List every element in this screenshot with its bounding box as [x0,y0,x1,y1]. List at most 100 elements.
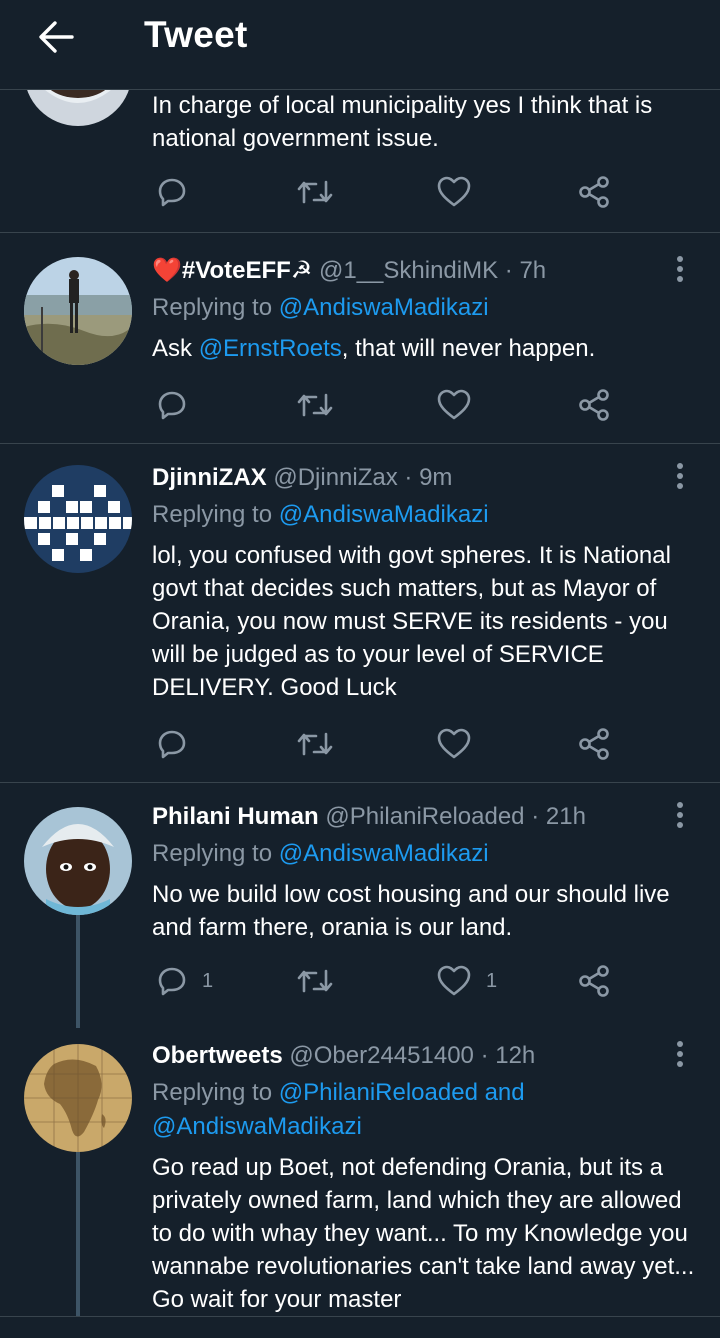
thread-connector [76,1152,80,1316]
heart-icon [437,389,471,420]
timestamp[interactable]: 21h [546,803,586,830]
like-button[interactable] [436,724,472,764]
like-button[interactable] [436,172,472,212]
handle[interactable]: @Ober24451400 [289,1042,474,1069]
like-count: 1 [486,969,498,992]
reply-button[interactable] [156,724,188,764]
share-icon [579,176,609,208]
share-button[interactable] [578,724,612,764]
retweet-button[interactable] [296,961,334,1001]
reply-icon [158,730,186,759]
tweet-text: Go read up Boet, not defending Orania, b… [152,1154,695,1313]
retweet-icon [297,393,333,417]
separator: · [531,803,540,830]
replying-to-line: Replying to @PhilaniReloaded and [152,1076,525,1110]
tweet-text: In charge of local municipality yes I th… [152,92,653,152]
reply-icon [158,967,186,996]
retweet-button[interactable] [296,172,334,212]
arrow-left-icon [39,21,74,53]
share-button[interactable] [578,385,612,425]
more-options-button[interactable] [666,253,694,289]
more-vertical-icon [677,256,683,282]
replying-to: Replying to @AndiswaMadikazi [152,837,489,871]
replying-to-line: @AndiswaMadikazi [152,1110,525,1144]
replying-to-label: Replying to [152,501,279,528]
replying-to: Replying to @PhilaniReloaded and @Andisw… [152,1076,525,1144]
tweet[interactable]: Obertweets @Ober24451400 · 12h Replying … [0,1028,720,1316]
share-icon [579,728,609,760]
share-icon [579,389,609,421]
retweet-button[interactable] [296,724,334,764]
separator: · [504,257,513,284]
reply-icon [158,178,186,207]
replying-to-label: Replying to [152,294,279,321]
more-options-button[interactable] [666,460,694,496]
replying-to-label: Replying to [152,840,279,867]
like-button[interactable] [436,385,472,425]
retweet-icon [297,180,333,204]
display-name[interactable]: Philani Human [152,803,319,830]
tweet-text: No we build low cost housing and our sho… [152,881,670,941]
heart-icon [437,728,471,759]
mention-link[interactable]: @PhilaniReloaded and [279,1079,525,1106]
display-name[interactable]: ❤️#VoteEFF☭ [152,257,312,284]
retweet-icon [297,969,333,993]
avatar[interactable] [24,465,132,573]
tweet-meta: DjinniZAX @DjinniZax · 9m [152,463,452,493]
tweet[interactable]: DjinniZAX @DjinniZax · 9m Replying to @A… [0,444,720,782]
reply-button[interactable] [156,385,188,425]
heart-icon [437,176,471,207]
replying-to-label: Replying to [152,1079,279,1106]
tweet-text-part: Ask [152,335,199,362]
share-button[interactable] [578,172,612,212]
tweet-meta: ❤️#VoteEFF☭ @1__SkhindiMK · 7h [152,256,546,286]
tweet-text-part: , that will never happen. [341,335,596,362]
reply-button[interactable] [156,172,188,212]
avatar[interactable] [24,807,132,915]
like-button[interactable]: 1 [436,961,497,1001]
separator: · [480,1042,489,1069]
handle[interactable]: @1__SkhindiMK [319,257,498,284]
handle[interactable]: @DjinniZax [273,464,397,491]
tweet-text: lol, you confused with govt spheres. It … [152,542,671,701]
avatar[interactable] [24,1044,132,1152]
tweet[interactable]: Philani Human @PhilaniReloaded · 21h Rep… [0,783,720,1028]
reply-button[interactable]: 1 [156,961,213,1001]
retweet-icon [297,732,333,756]
display-name[interactable]: Obertweets [152,1042,283,1069]
mention-link[interactable]: @AndiswaMadikazi [279,840,489,867]
reply-count: 1 [202,969,214,992]
tweet-text: Ask @ErnstRoets, that will never happen. [152,332,700,365]
tweet[interactable]: ❤️#VoteEFF☭ @1__SkhindiMK · 7h Replying … [0,233,720,443]
timestamp[interactable]: 12h [495,1042,535,1069]
more-vertical-icon [677,1041,683,1067]
tweet-meta: Philani Human @PhilaniReloaded · 21h [152,802,586,832]
replying-to: Replying to @AndiswaMadikazi [152,498,489,532]
thread-connector [76,915,80,1028]
more-options-button[interactable] [666,1038,694,1074]
tweet-meta: Obertweets @Ober24451400 · 12h [152,1041,535,1071]
heart-icon [437,965,471,996]
more-vertical-icon [677,463,683,489]
share-icon [579,965,609,997]
mention-link[interactable]: @AndiswaMadikazi [279,294,489,321]
reply-icon [158,391,186,420]
share-button[interactable] [578,961,612,1001]
mention-link[interactable]: @ErnstRoets [199,335,342,362]
timestamp[interactable]: 9m [419,464,452,491]
display-name[interactable]: DjinniZAX [152,464,267,491]
replying-to: Replying to @AndiswaMadikazi [152,291,489,325]
avatar[interactable] [24,257,132,365]
bottom-edge [0,1316,720,1338]
mention-link[interactable]: @AndiswaMadikazi [279,501,489,528]
page-title: Tweet [144,14,248,55]
handle[interactable]: @PhilaniReloaded [325,803,524,830]
more-options-button[interactable] [666,799,694,835]
more-vertical-icon [677,802,683,828]
retweet-button[interactable] [296,385,334,425]
timestamp[interactable]: 7h [519,257,546,284]
tweet-thread-screen: In charge of local municipality yes I th… [0,0,720,1338]
back-button[interactable] [36,16,78,58]
separator: · [404,464,413,491]
mention-link[interactable]: @AndiswaMadikazi [152,1113,362,1140]
